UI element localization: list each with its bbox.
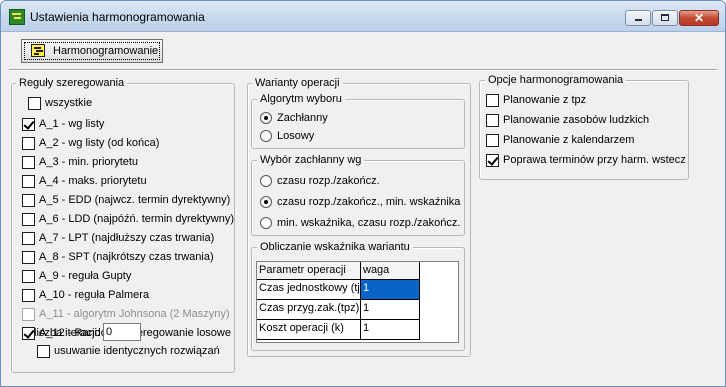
rule-checkbox[interactable] <box>22 194 35 207</box>
radio-button[interactable] <box>260 196 272 208</box>
radio-button[interactable] <box>260 217 272 229</box>
rule-checkbox[interactable] <box>22 213 35 226</box>
minimize-icon <box>635 19 642 21</box>
radio-label: czasu rozp./zakończ., min. wskaźnika <box>277 196 461 208</box>
maximize-icon <box>661 14 669 21</box>
checkbox-all-label: wszystkie <box>45 97 93 109</box>
rule-checkbox[interactable] <box>22 175 35 188</box>
rule-checkbox-label: A_5 - EDD (najwcz. termin dyrektywny) <box>39 194 231 206</box>
index-grid[interactable]: Parametr operacji waga Czas jednostkowy … <box>256 261 459 343</box>
rule-checkbox-label: A_11 - algorytm Johnsona (2 Maszyny) <box>39 308 230 320</box>
iterations-input[interactable] <box>103 323 141 341</box>
rule-checkbox-label: A_4 - maks. priorytetu <box>39 175 147 187</box>
radio-label: min. wskaźnika, czasu rozp./zakończ. <box>277 217 461 229</box>
option-checkbox[interactable] <box>486 154 499 167</box>
rule-checkbox <box>22 308 35 321</box>
option-checkbox-label: Planowanie z tpz <box>503 94 587 106</box>
index-legend: Obliczanie wskaźnika wariantu <box>257 241 413 253</box>
grid-weight-cell[interactable]: 1 <box>361 300 420 320</box>
checkbox-remove-identical-label: usuwanie identycznych rozwiązań <box>54 345 220 357</box>
option-checkbox-label: Poprawa terminów przy harm. wstecz <box>503 154 686 166</box>
radio-label: Zachłanny <box>277 112 328 124</box>
rule-checkbox[interactable] <box>22 118 35 131</box>
option-checkbox-label: Planowanie z kalendarzem <box>503 134 635 146</box>
greedy-legend: Wybór zachłanny wg <box>257 154 365 166</box>
rule-checkbox-label: A_9 - reguła Gupty <box>39 270 132 282</box>
options-legend: Opcje harmonogramowania <box>485 74 627 86</box>
rules-legend: Reguły szeregowania <box>16 77 128 89</box>
rule-checkbox[interactable] <box>22 156 35 169</box>
grid-weight-cell[interactable]: 1 <box>361 280 420 300</box>
toolbar-separator <box>9 69 717 71</box>
rules-group: Reguły szeregowania wszystkie A_1 - wg l… <box>11 77 235 373</box>
rule-checkbox[interactable] <box>22 289 35 302</box>
settings-window: Ustawienia harmonogramowania ✕ Harmonogr… <box>0 0 726 387</box>
schedule-button-label: Harmonogramowanie <box>53 45 159 57</box>
rule-checkbox-label: A_8 - SPT (najkrótszy czas trwania) <box>39 251 214 263</box>
option-checkbox[interactable] <box>486 114 499 127</box>
gantt-chart-icon <box>31 44 45 57</box>
radio-label: Losowy <box>277 130 315 142</box>
option-checkbox[interactable] <box>486 134 499 147</box>
option-checkbox-label: Planowanie zasobów ludzkich <box>503 114 650 126</box>
app-icon <box>9 9 25 25</box>
grid-param-cell: Czas jednostkowy (tj) <box>257 280 361 300</box>
window-title: Ustawienia harmonogramowania <box>30 10 205 24</box>
rule-checkbox-label: A_6 - LDD (najpóźń. termin dyrektywny) <box>39 213 235 225</box>
rule-checkbox-label: A_10 - reguła Palmera <box>39 289 150 301</box>
variants-legend: Warianty operacji <box>252 77 343 89</box>
radio-button[interactable] <box>260 112 272 124</box>
title-bar[interactable]: Ustawienia harmonogramowania ✕ <box>1 1 725 32</box>
rule-checkbox-label: A_7 - LPT (najdłuższy czas trwania) <box>39 232 215 244</box>
iterations-label: liczba iteracji: <box>34 327 101 339</box>
grid-param-cell: Koszt operacji (k) <box>257 320 361 340</box>
close-icon: ✕ <box>693 11 705 25</box>
minimize-button[interactable] <box>625 10 651 26</box>
grid-weight-cell[interactable]: 1 <box>361 320 420 340</box>
grid-param-cell: Czas przyg.zak.(tpz) <box>257 300 361 320</box>
checkbox-all-box[interactable] <box>28 97 41 110</box>
close-button[interactable]: ✕ <box>679 10 719 26</box>
rule-checkbox-label: A_2 - wg listy (od końca) <box>39 137 160 149</box>
rule-checkbox-label: A_3 - min. priorytetu <box>39 156 139 168</box>
rule-checkbox-label: A_1 - wg listy <box>39 118 105 130</box>
radio-label: czasu rozp./zakończ. <box>277 175 380 187</box>
rule-checkbox[interactable] <box>22 137 35 150</box>
radio-button[interactable] <box>260 130 272 142</box>
grid-header-param: Parametr operacji <box>257 262 361 280</box>
radio-button[interactable] <box>260 175 272 187</box>
maximize-button[interactable] <box>652 10 678 26</box>
rule-checkbox[interactable] <box>22 251 35 264</box>
rule-checkbox[interactable] <box>22 232 35 245</box>
grid-header-weight: waga <box>361 262 420 280</box>
checkbox-remove-identical-box[interactable] <box>37 345 50 358</box>
rule-checkbox[interactable] <box>22 270 35 283</box>
algorithm-legend: Algorytm wyboru <box>257 93 345 105</box>
option-checkbox[interactable] <box>486 94 499 107</box>
schedule-button[interactable]: Harmonogramowanie <box>21 39 163 63</box>
